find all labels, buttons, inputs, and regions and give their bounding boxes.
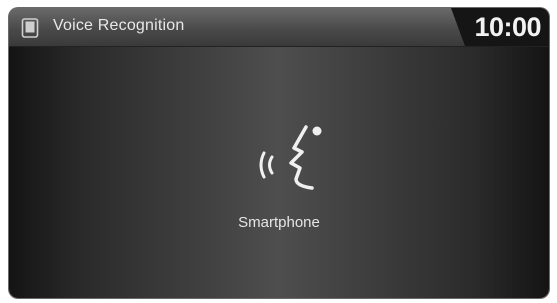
smartphone-icon [21, 18, 39, 38]
voice-speaking-icon[interactable] [256, 121, 346, 205]
clock: 10:00 [474, 12, 541, 42]
header-bar: Voice Recognition 10:00 [9, 8, 549, 47]
page-title: Voice Recognition [53, 17, 185, 34]
clock-tab: 10:00 [451, 8, 549, 46]
device-label: Smartphone [238, 214, 320, 231]
display-screen: Voice Recognition 10:00 Smartphone [9, 8, 549, 298]
